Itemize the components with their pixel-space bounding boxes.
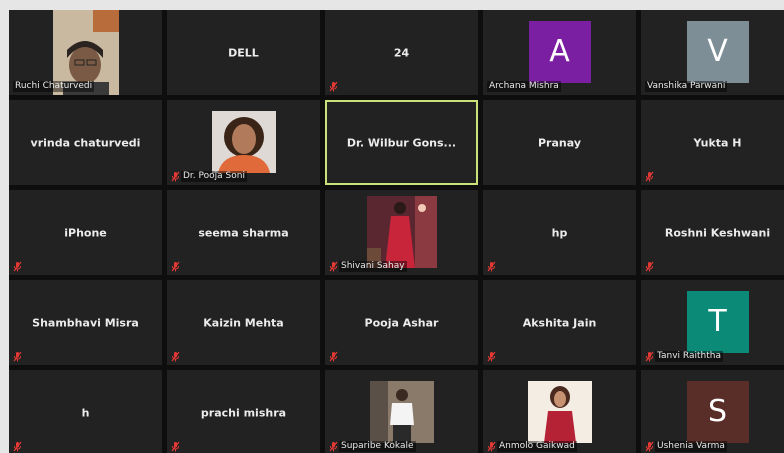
mic-muted-icon xyxy=(329,81,338,92)
mic-muted-icon xyxy=(645,261,654,272)
participant-name: seema sharma xyxy=(198,226,289,239)
mic-muted-icon xyxy=(171,351,180,362)
participant-tile[interactable]: Suparibe Kokale xyxy=(325,370,478,453)
mic-muted-icon xyxy=(329,261,338,272)
mic-muted-icon xyxy=(13,351,22,362)
mic-muted-icon xyxy=(171,171,180,182)
participant-tile[interactable]: Dr. Wilbur Gons... xyxy=(325,100,478,185)
participant-video xyxy=(211,111,276,173)
participant-name: Archana Mishra xyxy=(487,81,561,92)
participant-tile[interactable]: vrinda chaturvedi xyxy=(9,100,162,185)
participant-tile[interactable]: Shivani Sahay xyxy=(325,190,478,275)
participant-tile[interactable]: iPhone xyxy=(9,190,162,275)
participant-tile[interactable]: Pranay xyxy=(483,100,636,185)
participant-name: Ushenia Varma xyxy=(655,441,727,452)
participant-tile[interactable]: seema sharma xyxy=(167,190,320,275)
participant-tile[interactable]: Roshni Keshwani xyxy=(641,190,784,275)
participant-tile[interactable]: Pooja Ashar xyxy=(325,280,478,365)
participant-tile[interactable]: Dr. Pooja Soni xyxy=(167,100,320,185)
mic-muted-icon xyxy=(13,441,22,452)
mic-muted-icon xyxy=(645,441,654,452)
participant-tile[interactable]: 24 xyxy=(325,10,478,95)
participant-name: Pooja Ashar xyxy=(364,316,439,329)
mic-muted-icon xyxy=(645,351,654,362)
participant-name: Shambhavi Misra xyxy=(32,316,139,329)
participant-name: Yukta H xyxy=(693,136,742,149)
participant-name: prachi mishra xyxy=(200,406,287,419)
participant-tile[interactable]: Anmolo Gaikwad xyxy=(483,370,636,453)
participant-tile[interactable]: S Ushenia Varma xyxy=(641,370,784,453)
participant-video xyxy=(527,381,592,443)
avatar: V xyxy=(686,21,749,83)
participant-tile[interactable]: Kaizin Mehta xyxy=(167,280,320,365)
mic-muted-icon xyxy=(487,351,496,362)
participant-name: h xyxy=(81,406,90,419)
mic-muted-icon xyxy=(487,261,496,272)
participant-tile[interactable]: Shambhavi Misra xyxy=(9,280,162,365)
participant-name: vrinda chaturvedi xyxy=(30,136,141,149)
participant-name: Dr. Wilbur Gons... xyxy=(346,136,457,149)
mic-muted-icon xyxy=(329,351,338,362)
participant-name: Roshni Keshwani xyxy=(664,226,771,239)
participant-tile[interactable]: Akshita Jain xyxy=(483,280,636,365)
mic-muted-icon xyxy=(171,441,180,452)
participant-name: Vanshika Parwani xyxy=(645,81,728,92)
participant-name: DELL xyxy=(228,46,259,59)
participant-video xyxy=(369,381,434,443)
participant-tile[interactable]: Ruchi Chaturvedi xyxy=(9,10,162,95)
avatar: T xyxy=(686,291,749,353)
participant-tile[interactable]: A Archana Mishra xyxy=(483,10,636,95)
participant-tile[interactable]: h xyxy=(9,370,162,453)
participant-tile[interactable]: V Vanshika Parwani xyxy=(641,10,784,95)
participant-tile[interactable]: DELL xyxy=(167,10,320,95)
mic-muted-icon xyxy=(329,441,338,452)
mic-muted-icon xyxy=(171,261,180,272)
participant-name: 24 xyxy=(393,46,410,59)
participant-tile[interactable]: T Tanvi Raiththa xyxy=(641,280,784,365)
participant-name: iPhone xyxy=(64,226,107,239)
participant-name: Kaizin Mehta xyxy=(203,316,284,329)
mic-muted-icon xyxy=(13,261,22,272)
participant-video xyxy=(366,196,437,268)
participant-name: Tanvi Raiththa xyxy=(655,351,723,362)
avatar: S xyxy=(686,381,749,443)
participant-name: Anmolo Gaikwad xyxy=(497,441,577,452)
participant-name: Shivani Sahay xyxy=(339,261,407,272)
participant-name: Dr. Pooja Soni xyxy=(181,171,247,182)
avatar: A xyxy=(528,21,591,83)
mic-muted-icon xyxy=(645,171,654,182)
video-gallery-grid: Ruchi Chaturvedi DELL 24 A Archana Mishra V Va… xyxy=(9,10,784,453)
mic-muted-icon xyxy=(487,441,496,452)
participant-name: Suparibe Kokale xyxy=(339,441,416,452)
participant-name: Akshita Jain xyxy=(522,316,597,329)
participant-tile[interactable]: prachi mishra xyxy=(167,370,320,453)
participant-name: Pranay xyxy=(538,136,581,149)
participant-tile[interactable]: hp xyxy=(483,190,636,275)
participant-name: hp xyxy=(551,226,568,239)
participant-name: Ruchi Chaturvedi xyxy=(13,81,95,92)
participant-tile[interactable]: Yukta H xyxy=(641,100,784,185)
